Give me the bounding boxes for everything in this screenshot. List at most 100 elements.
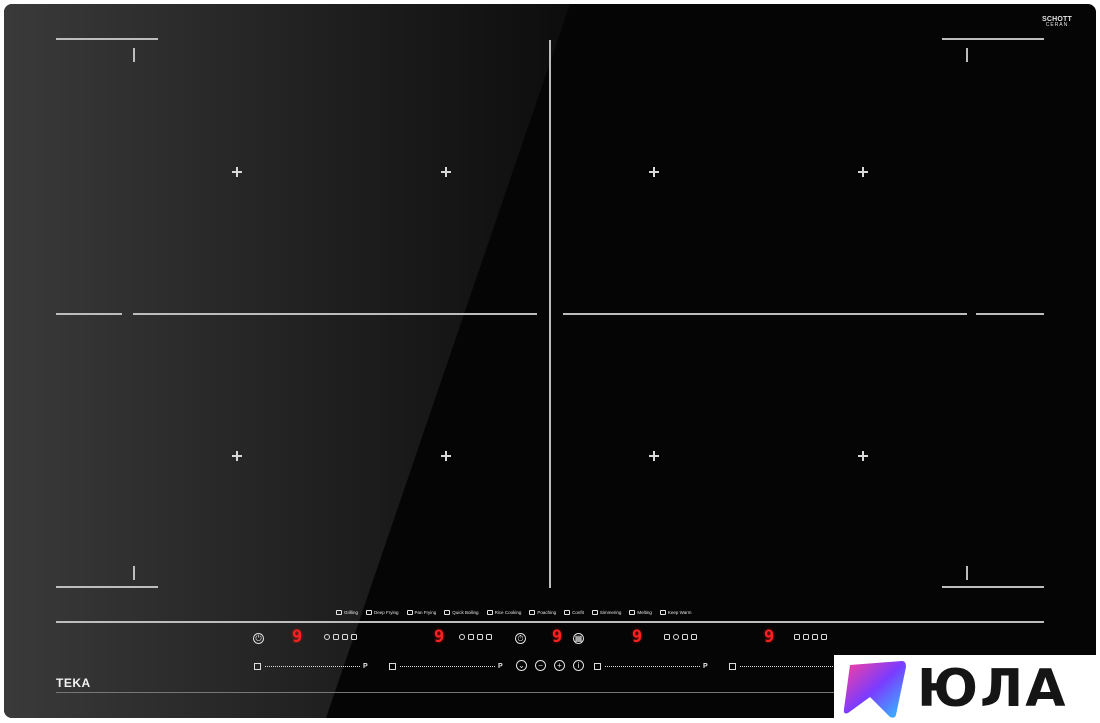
minus-button[interactable]: − bbox=[535, 660, 546, 671]
corner-mark-top-right bbox=[942, 38, 1044, 40]
zone-2-slider[interactable]: P bbox=[389, 661, 503, 671]
confit-icon[interactable] bbox=[682, 634, 688, 640]
zone-crosshair bbox=[232, 167, 242, 177]
corner-mark-bottom-right bbox=[942, 586, 1044, 588]
mode-melting[interactable]: Melting bbox=[629, 610, 652, 615]
slider-track bbox=[400, 665, 495, 667]
rice-pot-icon[interactable] bbox=[664, 634, 670, 640]
left-short-divider bbox=[56, 313, 122, 315]
schott-ceran-badge: SCHOTT CERAN bbox=[1042, 16, 1072, 28]
control-panel-divider bbox=[56, 621, 1044, 623]
slider-track bbox=[605, 665, 700, 667]
pot-icon[interactable] bbox=[486, 634, 492, 640]
mode-label: Melting bbox=[637, 610, 652, 615]
boost-label[interactable]: P bbox=[703, 663, 708, 670]
mode-label: Simmering bbox=[599, 610, 622, 615]
mode-rice-cooking[interactable]: Rice Cooking bbox=[486, 610, 522, 615]
zone-4-mode-icons bbox=[794, 634, 827, 640]
boost-label[interactable]: P bbox=[498, 663, 503, 670]
flex-zone-icon[interactable] bbox=[254, 662, 261, 670]
mode-confit[interactable]: Confit bbox=[564, 610, 584, 615]
slider-track bbox=[740, 665, 835, 667]
poach-icon[interactable] bbox=[794, 634, 800, 640]
power-button[interactable]: ⏻ bbox=[253, 633, 264, 644]
plus-button[interactable]: + bbox=[554, 660, 565, 671]
rice-pot-icon bbox=[486, 610, 493, 615]
keep-warm-icon bbox=[659, 610, 666, 615]
yula-logo-icon bbox=[843, 661, 906, 718]
keep-warm-icon[interactable] bbox=[821, 634, 827, 640]
center-divider bbox=[549, 40, 551, 588]
lock-button[interactable]: ▦ bbox=[573, 633, 584, 644]
mode-label: Quick Boiling bbox=[452, 610, 479, 615]
zone-crosshair bbox=[649, 167, 659, 177]
fryer-icon[interactable] bbox=[468, 634, 474, 640]
pot-icon[interactable] bbox=[351, 634, 357, 640]
mode-quick-boiling[interactable]: Quick Boiling bbox=[444, 610, 479, 615]
melt-icon bbox=[629, 610, 636, 615]
mode-keep-warm[interactable]: Keep Warm bbox=[659, 610, 691, 615]
zone-crosshair bbox=[858, 451, 868, 461]
zone-4-level: 9 bbox=[764, 627, 775, 647]
zone-4-slider[interactable]: P bbox=[729, 661, 843, 671]
zone-3-mode-icons bbox=[664, 634, 697, 640]
pan-icon[interactable] bbox=[477, 634, 483, 640]
mode-grilling[interactable]: Grilling bbox=[336, 610, 358, 615]
zone-crosshair bbox=[232, 451, 242, 461]
zone-1-slider[interactable]: P bbox=[254, 661, 368, 671]
right-short-divider bbox=[976, 313, 1044, 315]
yula-watermark: ЮЛА bbox=[834, 655, 1100, 723]
info-button[interactable]: i bbox=[573, 660, 584, 671]
simmer-icon[interactable] bbox=[673, 634, 679, 640]
cooking-modes-legend: Grilling Deep Frying Pan Frying Quick Bo… bbox=[336, 610, 691, 615]
right-long-divider bbox=[563, 313, 967, 315]
mode-label: Pan Frying bbox=[414, 610, 437, 615]
yula-wordmark: ЮЛА bbox=[917, 659, 1068, 719]
zone-crosshair bbox=[649, 451, 659, 461]
grill-icon[interactable] bbox=[324, 634, 330, 640]
mode-simmering[interactable]: Simmering bbox=[591, 610, 622, 615]
corner-tick-top-left bbox=[133, 48, 135, 62]
center-level: 9 bbox=[552, 627, 563, 647]
confit-icon[interactable] bbox=[803, 634, 809, 640]
poach-icon bbox=[529, 610, 536, 615]
boost-label[interactable]: P bbox=[363, 663, 368, 670]
keep-warm-icon[interactable] bbox=[691, 634, 697, 640]
confit-icon bbox=[564, 610, 571, 615]
mode-pan-frying[interactable]: Pan Frying bbox=[406, 610, 437, 615]
fryer-icon[interactable] bbox=[333, 634, 339, 640]
mode-deep-frying[interactable]: Deep Frying bbox=[366, 610, 399, 615]
brand-logo: TEKA bbox=[56, 676, 91, 690]
simmer-icon bbox=[591, 610, 598, 615]
flex-zone-icon[interactable] bbox=[594, 662, 601, 670]
flex-zone-icon[interactable] bbox=[389, 662, 396, 670]
melt-icon[interactable] bbox=[812, 634, 818, 640]
zone-3-level: 9 bbox=[632, 627, 643, 647]
grill-icon[interactable] bbox=[459, 634, 465, 640]
slider-track bbox=[265, 665, 360, 667]
induction-hob: SCHOTT CERAN Grilling Deep Frying Pan Fr… bbox=[4, 4, 1096, 718]
zone-3-slider[interactable]: P bbox=[594, 661, 708, 671]
mode-label: Rice Cooking bbox=[494, 610, 522, 615]
timer-button[interactable]: ⏱ bbox=[515, 633, 526, 644]
zone-crosshair bbox=[858, 167, 868, 177]
zone-2-level: 9 bbox=[434, 627, 445, 647]
pot-icon bbox=[444, 610, 451, 615]
corner-tick-bottom-left bbox=[133, 566, 135, 580]
zone-2-mode-icons bbox=[459, 634, 492, 640]
corner-tick-bottom-right bbox=[966, 566, 968, 580]
fryer-icon bbox=[366, 610, 373, 615]
mode-label: Grilling bbox=[344, 610, 359, 615]
pan-icon[interactable] bbox=[342, 634, 348, 640]
grill-icon bbox=[336, 610, 342, 615]
down-button[interactable]: ⌄ bbox=[516, 660, 527, 671]
corner-mark-bottom-left bbox=[56, 586, 158, 588]
zone-1-mode-icons bbox=[324, 634, 357, 640]
corner-mark-top-left bbox=[56, 38, 158, 40]
zone-crosshair bbox=[441, 167, 451, 177]
mode-poaching[interactable]: Poaching bbox=[529, 610, 556, 615]
flex-zone-icon[interactable] bbox=[729, 662, 736, 670]
pan-icon bbox=[406, 610, 413, 615]
mode-label: Confit bbox=[572, 610, 584, 615]
mode-label: Poaching bbox=[537, 610, 557, 615]
